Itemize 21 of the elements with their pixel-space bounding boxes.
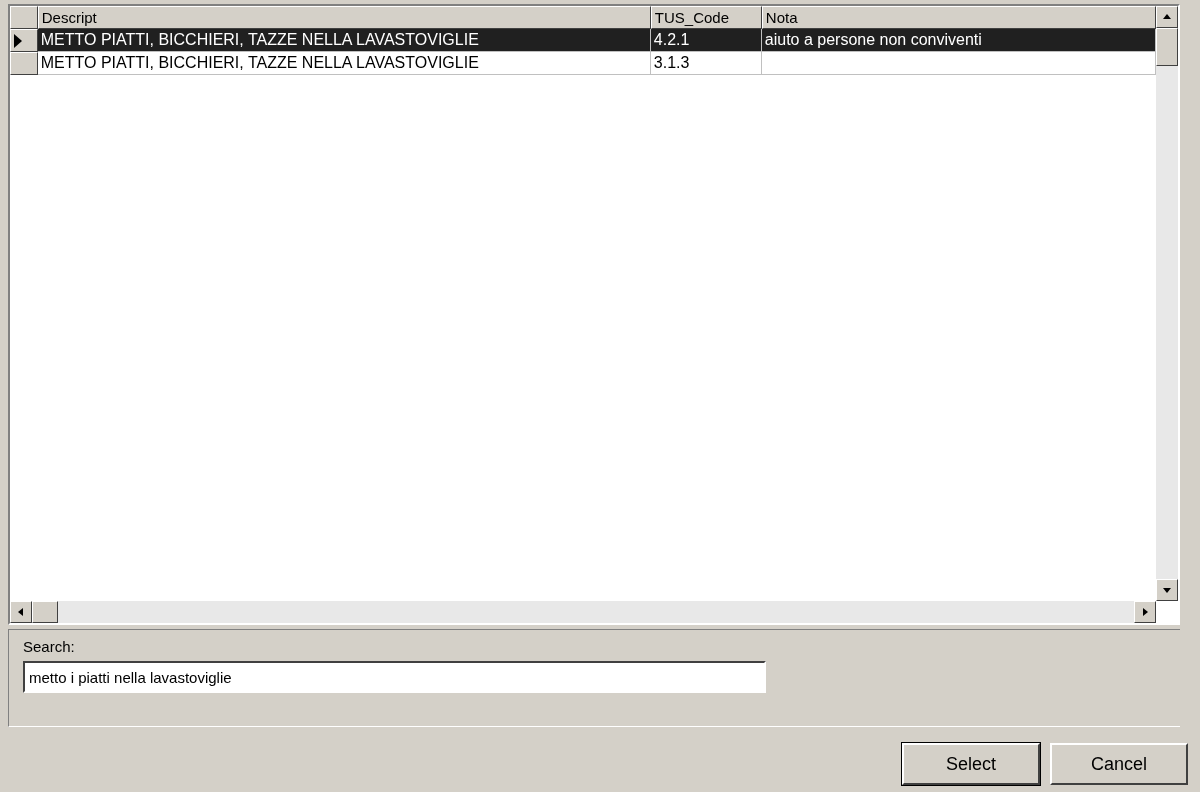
scrollbar-thumb[interactable] [1156,28,1178,66]
table-cell: 4.2.1 [650,29,762,52]
cancel-button[interactable]: Cancel [1050,743,1188,785]
column-header[interactable]: Nota [761,6,1156,29]
row-selector[interactable] [10,29,38,52]
table-cell: 3.1.3 [650,52,762,75]
column-header[interactable]: Descript [37,6,651,29]
scroll-right-button[interactable] [1134,601,1156,623]
column-header[interactable]: TUS_Code [650,6,762,29]
table-cell: METTO PIATTI, BICCHIERI, TAZZE NELLA LAVASTOVIGLIE [37,29,651,52]
scrollbar-thumb[interactable] [32,601,58,623]
search-field[interactable]: metto i piatti nella lavastoviglie [23,661,766,693]
scroll-up-button[interactable] [1156,6,1178,28]
scroll-left-button[interactable] [10,601,32,623]
search-label: Search: [23,638,76,655]
table-cell: aiuto a persone non conviventi [761,29,1156,52]
scroll-down-button[interactable] [1156,579,1178,601]
current-row-icon [13,33,23,48]
row-selector[interactable] [10,52,38,75]
table-cell: METTO PIATTI, BICCHIERI, TAZZE NELLA LAVASTOVIGLIE [37,52,651,75]
select-button[interactable]: Select [902,743,1040,785]
